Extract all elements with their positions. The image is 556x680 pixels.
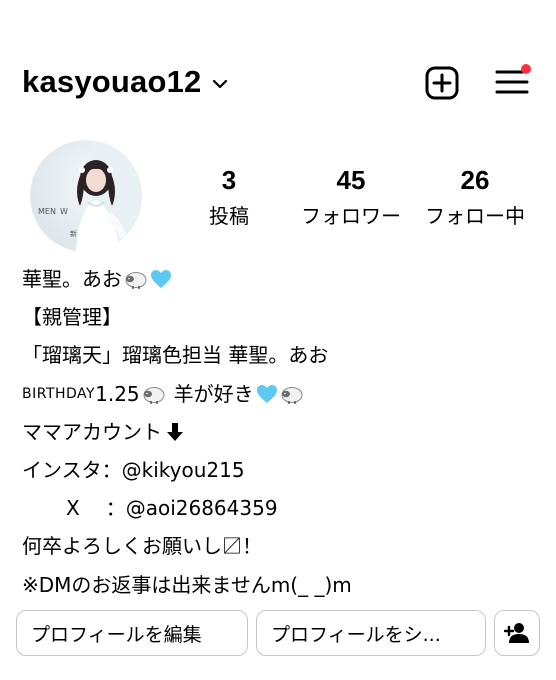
username: kasyouao12: [22, 64, 202, 99]
light-blue-heart-icon: [256, 384, 277, 403]
bio-group-text: 「瑠璃天」瑠璃色担当 華聖。あお: [22, 343, 329, 368]
posts-count: 3: [221, 165, 237, 195]
hamburger-menu-icon[interactable]: [494, 64, 531, 100]
x-colon: ：: [105, 496, 126, 521]
x-handle-link[interactable]: @aoi26864359: [126, 489, 278, 527]
share-profile-button[interactable]: プロフィールをシ...: [256, 610, 486, 656]
profile-avatar[interactable]: MEN W 新: [30, 140, 142, 252]
sheep-emoji-icon: [281, 386, 303, 404]
chevron-down-icon: [212, 79, 227, 89]
bio-line-dm-note: ※DMのお返事は出来ませんm(_ _)m: [22, 566, 542, 604]
plus-square-icon[interactable]: [425, 66, 459, 100]
add-person-icon: [504, 623, 529, 643]
profile-bio: 華聖。あお 【親管理】 「瑠璃天」瑠璃色担当 華聖。あお BIRTHDAY 1.…: [22, 260, 542, 604]
x-label: X: [66, 496, 80, 521]
notification-dot: [521, 64, 531, 74]
profile-header: kasyouao12: [0, 0, 556, 140]
discover-people-button[interactable]: [494, 610, 540, 656]
bio-line-group: 「瑠璃天」瑠璃色担当 華聖。あお: [22, 336, 542, 374]
svg-text:MEN: MEN: [38, 207, 56, 216]
sheep-emoji-icon: [143, 386, 165, 404]
avatar-photo: MEN W 新: [30, 140, 142, 252]
followers-label: フォロワー: [301, 204, 401, 228]
followers-count: 45: [336, 165, 366, 195]
account-switcher[interactable]: kasyouao12: [22, 62, 228, 102]
bio-name-line: 華聖。あお: [22, 260, 542, 298]
bio-line-managed: 【親管理】: [22, 298, 542, 336]
bio-managed-text: 【親管理】: [22, 305, 122, 330]
instagram-handle-link[interactable]: @kikyou215: [122, 451, 245, 489]
birthday-date: 1.25: [95, 381, 140, 406]
stat-posts[interactable]: 3 投稿: [188, 165, 270, 229]
posts-label: 投稿: [209, 204, 249, 228]
light-blue-heart-icon: [151, 270, 171, 289]
bio-line-greeting: 何卒よろしくお願いし〼！: [22, 527, 542, 565]
bio-line-x: X ： @aoi26864359: [22, 489, 542, 527]
edit-profile-button[interactable]: プロフィールを編集: [16, 610, 248, 656]
profile-page: kasyouao12 MEN W 新 3 投稿 45 フォロワー 26 フォロー…: [0, 0, 556, 680]
dm-note-text: ※DMのお返事は出来ませんm(_ _)m: [22, 572, 352, 597]
bio-line-birthday: BIRTHDAY 1.25 羊が好き: [22, 375, 542, 413]
edit-profile-label: プロフィールを編集: [31, 623, 202, 646]
birthday-likes: 羊が好き: [173, 381, 254, 406]
svg-text:W: W: [60, 207, 68, 216]
bio-line-instagram: インスタ： @kikyou215: [22, 451, 542, 489]
svg-text:新: 新: [70, 229, 77, 238]
mama-account-text: ママアカウント: [22, 419, 162, 444]
display-name: 華聖。あお: [22, 267, 122, 292]
sheep-emoji-icon: [125, 272, 147, 290]
birthday-prefix: BIRTHDAY: [22, 385, 96, 402]
instagram-label: インスタ：: [22, 458, 122, 483]
following-label: フォロー中: [425, 204, 525, 228]
share-profile-label: プロフィールをシ...: [271, 623, 441, 646]
stat-following[interactable]: 26 フォロー中: [416, 165, 534, 229]
following-count: 26: [460, 165, 490, 195]
greeting-text: 何卒よろしくお願いし〼！: [22, 534, 262, 559]
down-arrow-icon: [167, 422, 183, 441]
stat-followers[interactable]: 45 フォロワー: [292, 165, 410, 229]
bio-line-mama-account: ママアカウント: [22, 413, 542, 451]
